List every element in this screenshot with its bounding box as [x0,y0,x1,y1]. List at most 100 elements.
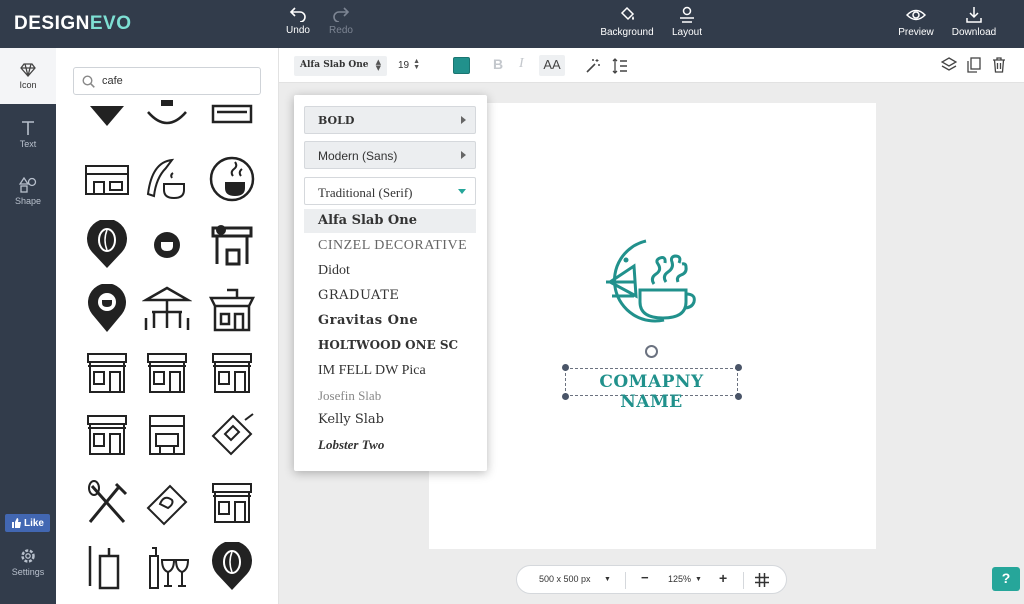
coffee-cup-dot-icon[interactable] [142,220,192,270]
layout-label: Layout [671,27,703,38]
help-button[interactable]: ? [992,567,1020,591]
category-label: Traditional (Serif) [318,185,413,200]
font-family-select[interactable]: Alfa Slab One ▲ ▼ [294,56,387,76]
font-option-lobster-two[interactable]: Lobster Two [304,433,476,457]
company-name-text[interactable]: COMAPNY NAME [565,368,738,412]
toast-board-icon[interactable] [207,410,257,460]
undo-button[interactable]: Undo [285,6,311,36]
font-option-alfa-slab-one[interactable]: Alfa Slab One [304,209,476,233]
rail-item-text[interactable]: Text [0,120,56,149]
wine-glasses-icon[interactable] [142,542,192,592]
font-option-didot[interactable]: Didot [304,259,476,283]
coffee-location-icon[interactable] [82,283,132,334]
layout-button[interactable]: Layout [670,6,704,38]
search-input[interactable] [102,72,252,90]
search-box[interactable] [73,67,261,95]
rail-item-icon[interactable]: Icon [0,48,56,104]
chevron-down-icon[interactable]: ▼ [604,576,611,583]
undo-icon [289,7,306,22]
font-family-value: Alfa Slab One [300,60,369,70]
trash-icon[interactable] [992,57,1006,73]
text-color-swatch[interactable] [453,57,470,74]
font-option-kelly-slab[interactable]: Kelly Slab [304,408,476,432]
app-logo[interactable]: DESIGNEVO [14,13,131,35]
gear-icon [21,549,35,563]
font-category-traditional[interactable]: Traditional (Serif) [304,177,476,205]
rail-item-settings[interactable]: Settings [0,548,56,577]
font-option-holtwood-one-sc[interactable]: HOLTWOOD ONE SC [304,334,476,358]
storefront-icon[interactable] [82,348,132,398]
grid-icon[interactable] [755,573,769,587]
download-label: Download [951,27,997,38]
shop-awning-icon[interactable] [207,98,257,148]
duplicate-icon[interactable] [967,57,981,73]
rail-shape-label: Shape [14,196,42,206]
paint-bucket-icon [620,6,635,21]
coffee-bean-marker-icon[interactable] [82,218,132,270]
font-option-josefin-slab[interactable]: Josefin Slab [304,384,476,408]
facebook-like-button[interactable]: Like [5,514,50,532]
rotate-handle[interactable] [645,345,658,358]
storefront-icon[interactable] [207,478,257,528]
font-size-value: 19 [398,60,410,71]
download-icon [966,7,982,23]
cafe-logo-graphic[interactable] [604,238,700,324]
design-canvas[interactable] [429,103,876,549]
font-category-bold[interactable]: BOLD [304,106,476,134]
storefront-icon[interactable] [142,348,192,398]
chevron-down-icon[interactable]: ▼ [695,576,702,583]
layout-icon [680,6,694,23]
search-icon [82,75,95,88]
plate-cup-icon[interactable] [142,98,192,148]
restaurant-building-icon[interactable] [207,284,257,334]
bold-button[interactable]: B [493,56,503,72]
rail-text-label: Text [19,139,37,149]
eye-icon [906,9,926,21]
canvas-size-select[interactable]: 500 x 500 px [539,574,591,584]
font-size-stepper[interactable]: 19 ▲ ▼ [392,56,432,76]
italic-button[interactable]: I [519,56,524,72]
preview-label: Preview [898,27,934,38]
letter-case-button[interactable]: AA [539,55,565,76]
shop-front-icon[interactable] [82,154,132,204]
download-button[interactable]: Download [951,6,997,38]
shop-window-icon[interactable] [142,410,192,460]
knife-board-icon[interactable] [82,542,132,592]
resize-handle[interactable] [735,364,742,371]
coffee-bean-pin-icon[interactable] [207,540,257,592]
cafe-awning-icon[interactable] [207,220,257,270]
storefront-icon[interactable] [207,348,257,398]
bread-board-icon[interactable] [142,478,192,528]
font-option-im-fell-dw-pica[interactable]: IM FELL DW Pica [304,359,476,383]
font-option-gravitas-one[interactable]: Gravitas One [304,309,476,333]
magic-wand-icon[interactable] [585,58,601,74]
rail-icon-label: Icon [19,80,37,90]
resize-handle[interactable] [735,393,742,400]
resize-handle[interactable] [562,364,569,371]
font-dropdown: BOLD Modern (Sans) Traditional (Serif) A… [294,95,487,471]
redo-icon [333,7,350,22]
resize-handle[interactable] [562,393,569,400]
rail-item-shape[interactable]: Shape [0,177,56,206]
category-label: BOLD [318,114,355,127]
zoom-level[interactable]: 125% [668,574,691,584]
redo-button[interactable]: Redo [328,6,354,36]
preview-button[interactable]: Preview [897,6,935,38]
zoom-bar: 500 x 500 px ▼ − 125% ▼ + [516,565,787,594]
layers-icon[interactable] [941,57,957,73]
storefront-icon[interactable] [82,410,132,460]
background-label: Background [600,27,654,38]
background-button[interactable]: Background [600,6,654,38]
table-umbrella-icon[interactable] [141,284,193,334]
croissant-coffee-icon[interactable] [142,154,192,204]
font-option-cinzel-decorative[interactable]: CINZEL DECORATIVE [304,234,476,258]
zoom-out-button[interactable]: − [641,570,649,585]
coffee-swirl-badge-icon[interactable] [207,154,257,204]
font-category-modern[interactable]: Modern (Sans) [304,141,476,169]
line-spacing-icon[interactable] [612,58,628,74]
utensils-icon[interactable] [82,478,132,528]
chevron-down-icon [458,189,466,194]
font-option-graduate[interactable]: GRADUATE [304,284,476,308]
zoom-in-button[interactable]: + [719,570,727,586]
marker-cup-icon[interactable] [82,98,132,148]
